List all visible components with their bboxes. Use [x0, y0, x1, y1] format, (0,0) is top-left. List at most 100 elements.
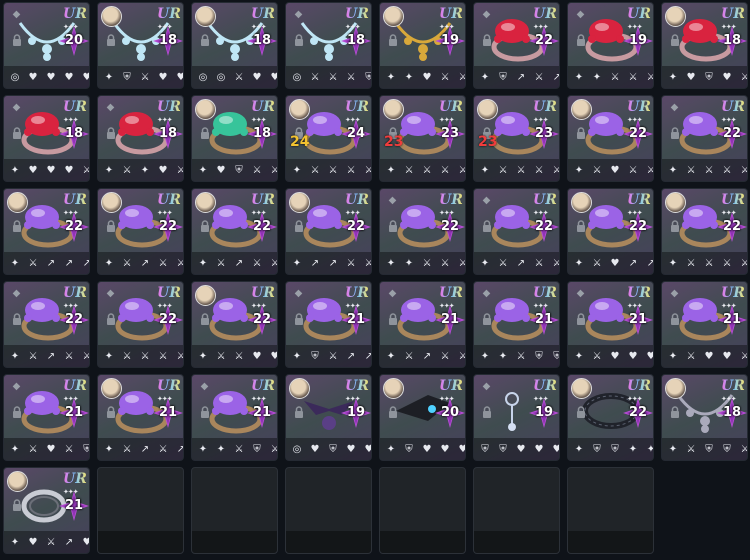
heart-icon: ♥	[28, 165, 38, 176]
lock-icon[interactable]	[200, 313, 210, 325]
equipment-card[interactable]: UR✦✦✦ 22✦⚔↗⚔⚔	[97, 188, 184, 275]
lock-icon[interactable]	[12, 127, 22, 139]
shuriken-icon: ✦	[386, 165, 396, 176]
lock-icon[interactable]	[294, 220, 304, 232]
equipment-card[interactable]: UR✦✦✦ 22✦⚔⚔⚔⚔	[661, 188, 748, 275]
heart-icon: ♥	[644, 350, 653, 363]
heart-icon: ♥	[174, 71, 183, 84]
lock-icon[interactable]	[388, 313, 398, 325]
lock-icon[interactable]	[106, 127, 116, 139]
equipment-card[interactable]: UR✦✦✦ 18◎◎⚔♥♥	[191, 2, 278, 89]
lock-icon[interactable]	[482, 220, 492, 232]
equipment-card[interactable]: UR✦✦✦ 22✦↗↗⚔⚔	[285, 188, 372, 275]
lock-icon[interactable]	[200, 406, 210, 418]
item-level: 22	[722, 126, 742, 141]
equipment-card[interactable]: UR✦✦✦ 2323✦⚔⚔⚔⚔	[473, 95, 560, 182]
empty-slot[interactable]	[285, 467, 372, 554]
lock-icon[interactable]	[294, 313, 304, 325]
equipment-card[interactable]: ◆ UR✦✦✦ 22✦✦⚔⚔⚔	[379, 188, 466, 275]
lock-icon[interactable]	[12, 34, 22, 46]
lock-icon[interactable]	[576, 313, 586, 325]
lock-icon[interactable]	[200, 220, 210, 232]
equipment-card[interactable]: UR✦✦✦ 22✦⚔↗⚔⚔	[191, 188, 278, 275]
empty-slot[interactable]	[97, 467, 184, 554]
empty-slot[interactable]	[567, 467, 654, 554]
lock-icon[interactable]	[670, 34, 680, 46]
equipment-card[interactable]: ◆ UR✦✦✦ 21✦✦⚔⛨⚔	[191, 374, 278, 461]
heart-icon: ♥	[362, 443, 371, 456]
equipment-card[interactable]: UR✦✦✦ 22✦⚔⚔♥♥	[191, 281, 278, 368]
lock-icon[interactable]	[388, 406, 398, 418]
equipment-card[interactable]: UR✦✦✦ 22✦⚔♥↗↗	[567, 188, 654, 275]
equipment-card[interactable]: ◆ UR✦✦✦ 22✦⚔⚔⚔⚔	[97, 281, 184, 368]
item-level: 18	[252, 33, 272, 48]
equipment-card[interactable]: ◆ UR✦✦✦ 21✦⚔♥♥⚔	[661, 281, 748, 368]
equipment-card[interactable]: UR✦✦✦ 21✦⚔↗⚔↗	[97, 374, 184, 461]
equipment-card[interactable]: UR✦✦✦ 22✦⚔♥⚔⚔	[567, 95, 654, 182]
equipment-card[interactable]: ◆UR✦✦✦ 19⛨⛨♥♥♥	[473, 374, 560, 461]
lock-icon[interactable]	[388, 34, 398, 46]
lock-icon[interactable]	[200, 127, 210, 139]
equipment-card[interactable]: ◆ UR✦✦✦ 18✦♥♥♥⚔	[3, 95, 90, 182]
lock-icon[interactable]	[482, 313, 492, 325]
equipment-card[interactable]: UR✦✦✦ 21✦♥⚔↗♥	[3, 467, 90, 554]
lock-icon[interactable]	[106, 406, 116, 418]
lock-icon[interactable]	[200, 34, 210, 46]
empty-slot[interactable]	[191, 467, 278, 554]
lock-icon[interactable]	[576, 406, 586, 418]
lock-icon[interactable]	[576, 220, 586, 232]
equipment-card[interactable]: UR✦✦✦ 2323✦⚔⚔⚔⚔	[379, 95, 466, 182]
equipment-card[interactable]: UR ✦ ✦ ✦ 22 ✦ ⛨ ⛨ ✦ ✦	[567, 374, 654, 461]
lock-icon[interactable]	[12, 313, 22, 325]
equipment-card[interactable]: UR✦✦✦ 19◎♥⛨♥♥	[285, 374, 372, 461]
lock-icon[interactable]	[482, 406, 492, 418]
lock-icon[interactable]	[12, 406, 22, 418]
lock-icon[interactable]	[670, 406, 680, 418]
equipment-card[interactable]: ◆ UR✦✦✦ 19✦✦⚔⚔⚔	[567, 2, 654, 89]
lock-icon[interactable]	[294, 406, 304, 418]
shuriken-icon: ✦	[574, 258, 584, 269]
equipment-card[interactable]: UR✦✦✦ 20✦⛨♥♥♥	[379, 374, 466, 461]
lock-icon[interactable]	[106, 313, 116, 325]
equipment-card[interactable]: ◆ UR ✦✦✦ 21 ✦ ⚔ ♥ ⚔ ⛨	[3, 374, 90, 461]
equipment-card[interactable]: ◆ UR✦✦✦ 22✦⛨↗⚔↗	[473, 2, 560, 89]
equipment-card[interactable]: ◆ UR ✦✦✦ 21 ✦ ✦ ⚔ ⛨ ⛨	[473, 281, 560, 368]
equipment-card[interactable]: ◆ UR✦✦✦ 20◎♥♥♥♥	[3, 2, 90, 89]
substat-slots: ✦ ↗ ↗ ⚔ ⚔	[290, 257, 371, 270]
equipment-card[interactable]: UR✦✦✦ 2424✦⚔⚔⚔⚔	[285, 95, 372, 182]
lock-icon[interactable]	[576, 127, 586, 139]
lock-icon[interactable]	[388, 220, 398, 232]
equipment-card[interactable]: UR✦✦✦ 18✦♥⛨♥⚔	[661, 2, 748, 89]
lock-icon[interactable]	[670, 313, 680, 325]
equipment-card[interactable]: ◆ UR✦✦✦ 18✦⚔✦♥⚔	[97, 95, 184, 182]
lock-icon[interactable]	[576, 34, 586, 46]
equipment-card[interactable]: ◆ UR ✦✦✦ 18 ◎ ⚔ ⚔ ⚔ ⛨	[285, 2, 372, 89]
equipment-card[interactable]: ◆ UR✦✦✦ 21✦⛨⚔↗↗	[285, 281, 372, 368]
heart-icon: ♥	[80, 71, 89, 84]
lock-icon[interactable]	[670, 220, 680, 232]
equipment-card[interactable]: ◆ UR✦✦✦ 21✦⚔♥♥♥	[567, 281, 654, 368]
equipment-card[interactable]: UR✦✦✦ 19✦✦♥⚔⚔	[379, 2, 466, 89]
equipment-card[interactable]: ◆ UR✦✦✦ 22✦⚔↗⚔⚔	[3, 281, 90, 368]
lock-icon[interactable]	[12, 220, 22, 232]
equipment-card[interactable]: ◆ UR✦✦✦ 22✦⚔⚔⚔⚔	[661, 95, 748, 182]
empty-slot[interactable]	[473, 467, 560, 554]
shuriken-icon: ✦	[498, 351, 508, 362]
equipment-card[interactable]: ◆ UR✦✦✦ 21✦⚔↗⚔⚔	[379, 281, 466, 368]
shuriken-icon: ✦	[668, 351, 678, 362]
equipment-card[interactable]: ◆ UR✦✦✦ 22✦⚔↗⚔⚔	[473, 188, 560, 275]
shuriken-icon: ✦	[10, 444, 20, 455]
lock-icon[interactable]	[12, 499, 22, 511]
lock-icon[interactable]	[670, 127, 680, 139]
lock-icon[interactable]	[482, 34, 492, 46]
equipment-card[interactable]: UR✦✦✦ 18✦⚔⛨⛨⚔	[661, 374, 748, 461]
equipment-card[interactable]: UR✦✦✦ 22✦⚔↗↗↗	[3, 188, 90, 275]
lock-icon[interactable]	[106, 220, 116, 232]
empty-slot[interactable]	[379, 467, 466, 554]
lock-icon[interactable]	[106, 34, 116, 46]
equipment-card[interactable]: UR✦✦✦ 18✦⛨⚔♥♥	[97, 2, 184, 89]
lock-icon[interactable]	[294, 34, 304, 46]
arrow-icon: ↗	[234, 258, 244, 269]
equipped-character-avatar	[101, 192, 122, 213]
equipment-card[interactable]: UR✦✦✦ 18✦♥⛨⚔⚔	[191, 95, 278, 182]
